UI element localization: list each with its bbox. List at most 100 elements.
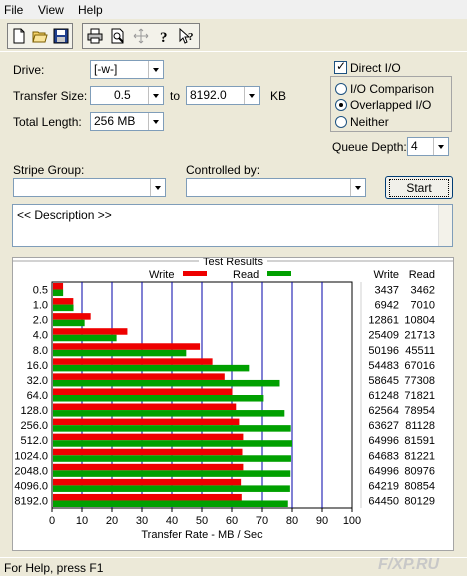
write-value-label: 61248 [368, 390, 399, 402]
write-value-label: 63627 [368, 420, 399, 432]
write-bar [53, 298, 74, 305]
legend-read-label: Read [233, 269, 259, 281]
queue-depth-value: 4 [411, 139, 418, 153]
overlapped-io-label: Overlapped I/O [350, 98, 432, 112]
read-bar [53, 304, 74, 312]
read-bar [53, 349, 187, 357]
printer-icon[interactable] [85, 26, 105, 46]
move-arrows-icon[interactable] [131, 26, 151, 46]
y-category-label: 2.0 [33, 315, 48, 327]
read-bar [53, 500, 288, 507]
column-read-header: Read [409, 269, 435, 281]
chevron-down-icon[interactable] [150, 179, 165, 196]
open-folder-icon[interactable] [30, 26, 50, 46]
status-bar: For Help, press F1 F/XP.RU [0, 556, 467, 576]
write-bar [53, 283, 64, 290]
y-category-label: 512.0 [20, 435, 48, 447]
read-bar [53, 319, 85, 327]
y-category-label: 4.0 [33, 330, 48, 342]
toolbar: ? ? [0, 19, 467, 52]
y-category-label: 256.0 [20, 420, 48, 432]
save-icon[interactable] [51, 26, 71, 46]
controlled-by-select[interactable] [186, 178, 366, 197]
transfer-size-to-value: 8192.0 [190, 88, 227, 102]
description-scrollbar[interactable] [438, 205, 452, 246]
queue-depth-label: Queue Depth: [332, 140, 407, 154]
tools-toolbar-group: ? ? [82, 23, 200, 49]
stripe-group-select[interactable] [13, 178, 166, 197]
transfer-size-to-select[interactable]: 8192.0 [186, 86, 260, 105]
x-tick-label: 40 [166, 515, 178, 527]
read-bar [53, 395, 264, 402]
y-category-label: 4096.0 [14, 480, 48, 492]
write-value-label: 54483 [368, 360, 399, 372]
drive-select[interactable]: [-w-] [90, 60, 164, 79]
x-tick-label: 30 [136, 515, 148, 527]
total-length-select[interactable]: 256 MB [90, 112, 164, 131]
y-category-label: 1024.0 [14, 450, 48, 462]
write-bar [53, 448, 243, 456]
overlapped-io-radio[interactable] [335, 99, 347, 111]
read-value-label: 81128 [405, 420, 435, 432]
x-tick-label: 0 [49, 515, 55, 527]
chevron-down-icon[interactable] [350, 179, 365, 196]
print-preview-icon[interactable] [108, 26, 128, 46]
menu-view[interactable]: View [38, 3, 64, 17]
read-value-label: 80854 [404, 480, 435, 492]
write-value-label: 12861 [368, 315, 399, 327]
read-value-label: 81221 [404, 450, 435, 462]
menu-help[interactable]: Help [78, 3, 103, 17]
start-button-label: Start [389, 178, 449, 197]
queue-depth-select[interactable]: 4 [407, 137, 449, 156]
y-category-label: 128.0 [20, 405, 48, 417]
direct-io-checkbox[interactable] [334, 59, 347, 74]
y-category-label: 8192.0 [14, 495, 48, 507]
transfer-size-from-select[interactable]: 0.5 [90, 86, 164, 105]
read-bar [53, 440, 293, 447]
menu-file[interactable]: File [4, 3, 23, 17]
x-tick-label: 20 [106, 515, 118, 527]
write-value-label: 62564 [368, 405, 399, 417]
io-comparison-radio[interactable] [335, 83, 347, 95]
x-tick-label: 60 [226, 515, 238, 527]
read-value-label: 80129 [404, 495, 435, 507]
chevron-down-icon[interactable] [148, 87, 163, 104]
read-value-label: 78954 [404, 405, 435, 417]
drive-value: [-w-] [94, 62, 118, 76]
svg-text:?: ? [160, 30, 168, 44]
context-help-icon[interactable]: ? [177, 26, 197, 46]
chevron-down-icon[interactable] [244, 87, 259, 104]
chevron-down-icon[interactable] [148, 113, 163, 130]
description-textarea[interactable]: << Description >> [12, 204, 453, 247]
y-category-label: 8.0 [33, 345, 48, 357]
transfer-size-from-value: 0.5 [114, 88, 131, 102]
x-tick-label: 70 [256, 515, 268, 527]
read-value-label: 81591 [404, 435, 435, 447]
read-bar [53, 379, 280, 387]
transfer-size-label: Transfer Size: [13, 89, 88, 103]
write-bar [53, 403, 237, 411]
menu-bar: File View Help [0, 0, 467, 19]
neither-radio[interactable] [335, 116, 347, 128]
watermark-logo: F/XP.RU [378, 556, 440, 573]
help-question-icon[interactable]: ? [154, 26, 174, 46]
svg-text:?: ? [188, 31, 194, 43]
write-bar [53, 313, 91, 320]
new-file-icon[interactable] [9, 26, 29, 46]
write-bar [53, 433, 244, 441]
direct-io-label: Direct I/O [350, 61, 401, 75]
x-axis-label: Transfer Rate - MB / Sec [141, 529, 263, 541]
start-button[interactable]: Start [385, 176, 453, 199]
write-bar [53, 328, 128, 335]
status-text: For Help, press F1 [4, 561, 104, 575]
x-tick-label: 90 [316, 515, 328, 527]
io-comparison-label: I/O Comparison [350, 82, 435, 96]
column-write-header: Write [374, 269, 399, 281]
chevron-down-icon[interactable] [148, 61, 163, 78]
neither-label: Neither [350, 115, 389, 129]
write-value-label: 25409 [368, 330, 399, 342]
x-tick-label: 80 [286, 515, 298, 527]
chevron-down-icon[interactable] [433, 138, 448, 155]
drive-label: Drive: [13, 63, 45, 77]
y-category-label: 16.0 [27, 360, 48, 372]
